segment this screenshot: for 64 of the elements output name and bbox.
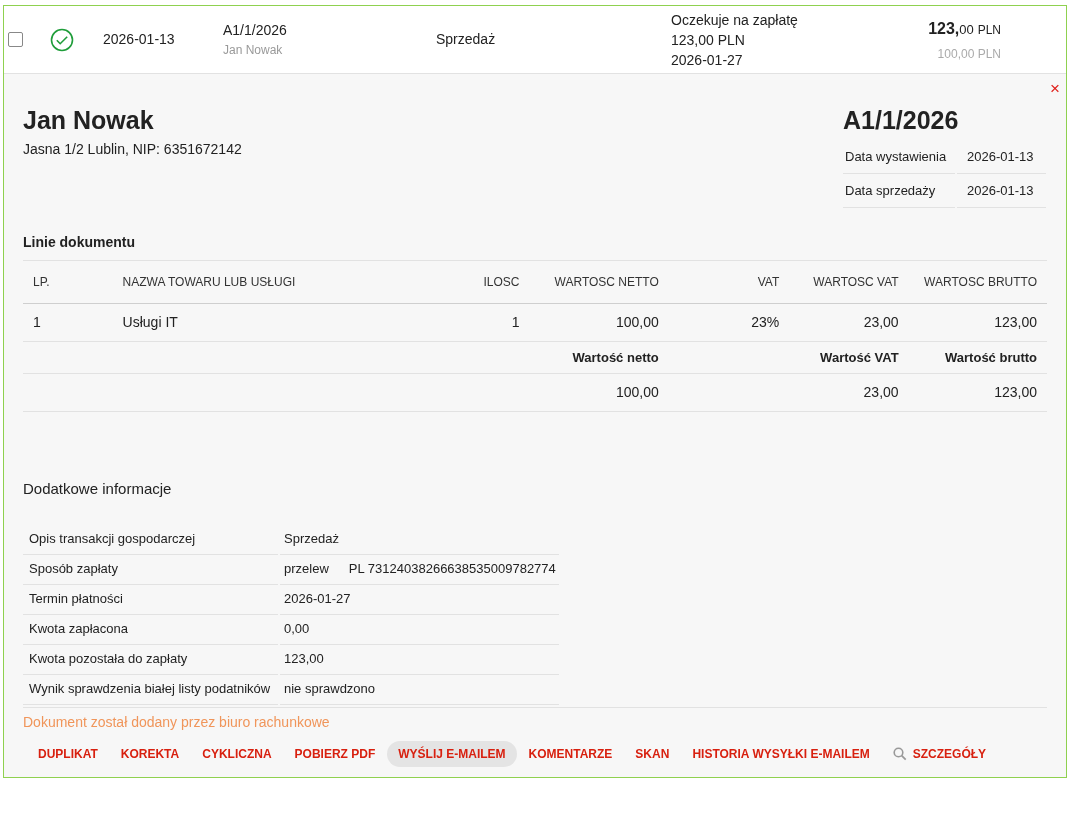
action-button[interactable]: HISTORIA WYSYŁKI E-MAILEM (681, 740, 881, 767)
column-header: LP. (33, 275, 50, 289)
table-cell: Usługi IT (122, 314, 178, 330)
info-value: PL 73124038266638535009782774 (348, 560, 556, 579)
info-label: Kwota pozostała do zapłaty (29, 650, 188, 669)
info-value: Sprzedaż (284, 530, 339, 549)
close-button[interactable]: × (1050, 80, 1060, 97)
date-label: Data wystawienia (845, 147, 947, 166)
payment-status-line: Oczekuje na zapłatę (671, 10, 799, 30)
column-header: VAT (757, 275, 780, 289)
table-cell: 1 (33, 314, 41, 330)
net-amount: 100,00 PLN (937, 45, 1001, 63)
total-value: 23,00 (863, 384, 899, 400)
document-number: A1/1/2026 (223, 21, 288, 40)
action-button[interactable]: POBIERZ PDF (283, 740, 387, 767)
buyer-name: Jan Nowak (23, 105, 155, 136)
table-cell: 123,00 (994, 314, 1037, 330)
total-value: 123,00 (994, 384, 1037, 400)
gross-amount: 123,00 PLN (928, 18, 1001, 39)
date-label: Data sprzedaży (845, 181, 936, 200)
date-value: 2026-01-13 (967, 181, 1034, 200)
total-label: Wartość brutto (945, 349, 1037, 365)
info-label: Termin płatności (29, 590, 123, 609)
info-label: Opis transakcji gospodarczej (29, 530, 196, 549)
section-title: Linie dokumentu (23, 234, 135, 250)
column-header: NAZWA TOWARU LUB USŁUGI (122, 275, 296, 289)
column-header: WARTOSC VAT (813, 275, 899, 289)
action-button[interactable]: SZCZEGÓŁY (881, 740, 998, 767)
action-button[interactable]: CYKLICZNA (191, 740, 283, 767)
column-header: WARTOSC BRUTTO (924, 275, 1037, 289)
contractor-name: Jan Nowak (223, 42, 284, 59)
info-value: 0,00 (284, 620, 310, 639)
search-icon (892, 746, 907, 761)
total-value: 100,00 (615, 384, 659, 400)
document-type: Sprzedaż (436, 31, 496, 47)
info-value: 123,00 (284, 650, 324, 669)
action-button[interactable]: KOREKTA (109, 740, 191, 767)
column-header: ILOSC (483, 275, 520, 289)
total-label: Wartość netto (572, 349, 659, 365)
column-header: WARTOSC NETTO (554, 275, 659, 289)
buyer-address: Jasna 1/2 Lublin, NIP: 6351672142 (23, 140, 242, 159)
table-cell: 23,00 (863, 314, 899, 330)
payment-status-line: 2026-01-27 (671, 50, 744, 70)
action-button[interactable]: KOMENTARZE (517, 740, 624, 767)
table-cell: 1 (511, 314, 520, 330)
issue-date: 2026-01-13 (103, 31, 175, 47)
source-note: Dokument został dodany przez biuro rachunkowe (23, 713, 330, 730)
action-button[interactable]: SKAN (624, 740, 681, 767)
action-button[interactable]: DUPLIKAT (27, 740, 109, 767)
info-label: Kwota zapłacona (29, 620, 128, 639)
info-value: 2026-01-27 (284, 590, 351, 609)
document-number-heading: A1/1/2026 (843, 105, 960, 136)
info-value: przelew (284, 560, 329, 579)
date-value: 2026-01-13 (967, 147, 1034, 166)
section-title: Dodatkowe informacje (23, 479, 173, 499)
payment-status-line: 123,00 PLN (671, 30, 746, 50)
row-checkbox[interactable] (8, 32, 23, 47)
table-cell: 100,00 (615, 314, 659, 330)
total-label: Wartość VAT (820, 349, 899, 365)
info-value: nie sprawdzono (284, 680, 376, 699)
info-label: Wynik sprawdzenia białej listy podatników (29, 680, 271, 699)
info-label: Sposób zapłaty (29, 560, 118, 579)
table-cell: 23% (751, 314, 780, 330)
action-button[interactable]: WYŚLIJ E-MAILEM (387, 740, 517, 767)
